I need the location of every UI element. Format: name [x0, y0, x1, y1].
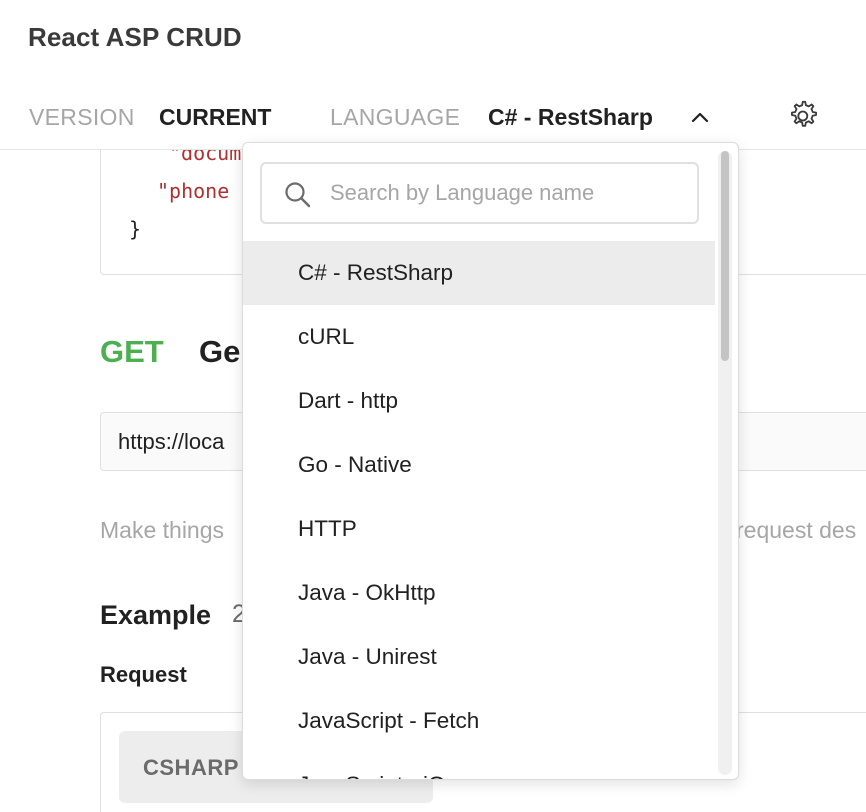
gear-icon[interactable]	[786, 98, 822, 134]
version-selector[interactable]: CURRENT	[159, 104, 271, 131]
example-title: Example	[100, 600, 212, 630]
search-box[interactable]	[260, 162, 699, 224]
request-url: https://loca	[118, 429, 225, 454]
language-option-go-native[interactable]: Go - Native	[243, 433, 715, 497]
request-description: Make things	[100, 517, 225, 543]
language-option-java-okhttp[interactable]: Java - OkHttp	[243, 561, 715, 625]
search-icon	[282, 179, 314, 211]
language-option-java-unirest[interactable]: Java - Unirest	[243, 625, 715, 689]
language-option-javascript-fetch[interactable]: JavaScript - Fetch	[243, 689, 715, 753]
language-search-input[interactable]	[330, 176, 680, 210]
language-chip-label: CSHARP	[143, 755, 239, 780]
request-description-tail: request des	[736, 517, 857, 543]
request-name: Ge	[199, 334, 241, 369]
language-option-http[interactable]: HTTP	[243, 497, 715, 561]
language-option-curl[interactable]: cURL	[243, 305, 715, 369]
language-option-javascript-jquery[interactable]: JavaScript - jQuery	[243, 753, 715, 779]
scrollbar-thumb[interactable]	[721, 151, 729, 361]
code-line: }	[129, 217, 142, 241]
dropdown-scrollbar[interactable]	[718, 151, 732, 775]
request-method-badge: GET	[100, 334, 164, 369]
language-option-dart-http[interactable]: Dart - http	[243, 369, 715, 433]
language-options-list: C# - RestSharp cURL Dart - http Go - Nat…	[243, 241, 715, 779]
request-section-label: Request	[100, 662, 187, 687]
language-selector[interactable]: C# - RestSharp	[488, 104, 653, 131]
language-option-csharp-restsharp[interactable]: C# - RestSharp	[243, 241, 715, 305]
language-dropdown: C# - RestSharp cURL Dart - http Go - Nat…	[242, 142, 739, 780]
chevron-up-icon[interactable]	[688, 106, 712, 130]
app-title: React ASP CRUD	[28, 22, 242, 52]
code-line: "phone	[157, 179, 230, 203]
language-label: LANGUAGE	[330, 104, 461, 130]
version-label: VERSION	[29, 104, 135, 130]
